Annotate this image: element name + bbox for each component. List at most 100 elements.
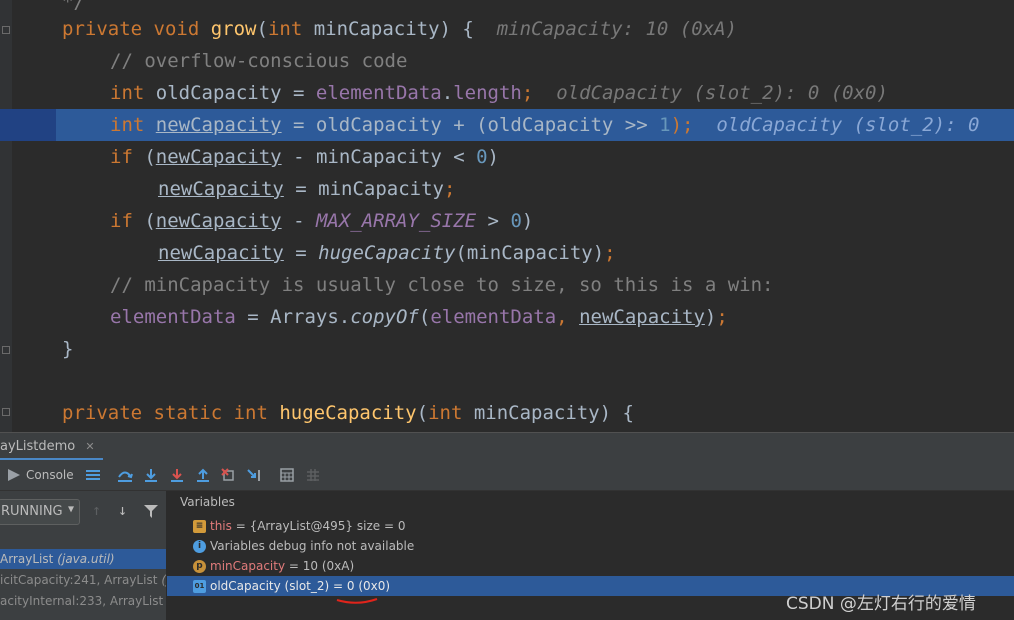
code-token: private static int <box>62 402 280 424</box>
arrow-up-icon[interactable]: ↑ <box>92 501 101 519</box>
code-text: if (newCapacity - minCapacity < 0) <box>110 141 499 173</box>
code-text: // overflow-conscious code <box>110 45 407 77</box>
frames-panel: RUNNING ▼ ↑ ↓ ArrayList (java.util) icitCa… <box>0 491 167 620</box>
menu-icon[interactable] <box>84 466 102 484</box>
inline-debug-value: oldCapacity (slot_2): 0 <box>716 114 980 136</box>
code-token: elementData <box>315 82 442 104</box>
variable-value: = 10 (0xA) <box>285 559 355 573</box>
code-token: ) <box>521 210 534 232</box>
code-token: . <box>441 82 454 104</box>
code-token: // overflow-conscious code <box>110 50 408 72</box>
code-line[interactable] <box>0 365 1014 397</box>
code-token: elementData <box>430 306 557 328</box>
code-line[interactable]: private static int hugeCapacity(int minC… <box>0 397 1014 429</box>
code-text: elementData = Arrays.copyOf(elementData,… <box>110 301 728 333</box>
console-tab[interactable]: Console <box>8 466 78 484</box>
code-token: int <box>267 18 314 40</box>
code-text: // minCapacity is usually close to size,… <box>110 269 773 301</box>
code-token: newCapacity <box>155 114 282 136</box>
code-line[interactable]: // minCapacity is usually close to size,… <box>0 269 1014 301</box>
code-text: if (newCapacity - MAX_ARRAY_SIZE > 0) <box>110 205 533 237</box>
variable-value: = 0 (0x0) <box>329 579 391 593</box>
trace-icon[interactable] <box>304 466 322 484</box>
code-token: ( <box>418 306 431 328</box>
run-to-cursor-icon[interactable] <box>246 466 264 484</box>
current-execution-line[interactable]: int newCapacity = oldCapacity + (oldCapa… <box>0 109 1014 141</box>
code-token: ( <box>256 18 268 40</box>
code-token: length <box>453 82 522 104</box>
step-out-icon[interactable] <box>194 466 212 484</box>
step-into-icon[interactable] <box>142 466 160 484</box>
inline-debug-value: minCapacity: 10 (0xA) <box>496 18 737 40</box>
code-line[interactable]: newCapacity = minCapacity; <box>0 173 1014 205</box>
console-icon <box>8 469 20 481</box>
code-token: ); <box>670 114 717 136</box>
code-line[interactable]: newCapacity = hugeCapacity(minCapacity); <box>0 237 1014 269</box>
arrow-down-icon[interactable]: ↓ <box>118 501 127 519</box>
code-token: 0 <box>510 210 522 232</box>
frame-method: icitCapacity:241, ArrayList <box>0 573 158 587</box>
variable-name: oldCapacity (slot_2) <box>210 579 330 593</box>
debug-toolbar: Console <box>0 460 1014 491</box>
code-text: int newCapacity = oldCapacity + (oldCapa… <box>110 109 979 141</box>
frames-toolbar: RUNNING ▼ ↑ ↓ <box>0 491 166 531</box>
code-line[interactable]: if (newCapacity - minCapacity < 0) <box>0 141 1014 173</box>
code-token: // minCapacity is usually close to size,… <box>110 274 774 296</box>
code-token: newCapacity <box>579 306 705 328</box>
variable-name: this <box>210 519 232 533</box>
code-token: = oldCapacity + (oldCapacity >> <box>281 114 660 136</box>
code-token: = minCapacity <box>283 178 444 200</box>
step-over-icon[interactable] <box>116 466 134 484</box>
frame-method: acityInternal:233, ArrayList <box>0 594 164 608</box>
code-token: (minCapacity) <box>455 242 605 264</box>
evaluate-expression-icon[interactable] <box>278 466 296 484</box>
code-text: private static int hugeCapacity(int minC… <box>62 397 634 429</box>
code-line[interactable]: private void grow(int minCapacity) { min… <box>0 13 1014 45</box>
close-icon[interactable]: ✕ <box>85 440 94 453</box>
stack-frame[interactable]: icitCapacity:241, ArrayList(ja <box>0 570 166 590</box>
force-step-into-icon[interactable] <box>168 466 186 484</box>
code-line[interactable]: elementData = Arrays.copyOf(elementData,… <box>0 301 1014 333</box>
code-token: ; <box>604 242 616 264</box>
code-token: grow <box>210 18 257 40</box>
chevron-down-icon: ▼ <box>67 504 74 515</box>
code-line[interactable]: int oldCapacity = elementData.length; ol… <box>0 77 1014 109</box>
debug-session-tab[interactable]: ayListdemo ✕ <box>0 433 103 461</box>
parameter-icon: p <box>193 560 206 573</box>
drop-frame-icon[interactable] <box>220 466 238 484</box>
code-token: 0 <box>476 146 488 168</box>
code-token: ( <box>144 210 156 232</box>
code-token: private void <box>62 18 211 40</box>
variable-row[interactable]: p minCapacity = 10 (0xA) <box>167 556 1014 576</box>
code-token: hugeCapacity <box>318 242 456 264</box>
code-token: */ <box>62 0 85 13</box>
code-token: ( <box>144 146 156 168</box>
code-line[interactable]: if (newCapacity - MAX_ARRAY_SIZE > 0) <box>0 205 1014 237</box>
filter-icon[interactable] <box>144 505 158 518</box>
code-token: ) <box>704 306 717 328</box>
variable-row[interactable]: i Variables debug info not available <box>167 536 1014 556</box>
code-line[interactable]: } <box>0 333 1014 365</box>
code-token: minCapacity) { <box>313 18 497 40</box>
code-token: - minCapacity < <box>281 146 477 168</box>
variable-name: minCapacity <box>210 559 286 573</box>
debug-session-tab-label: ayListdemo <box>0 439 76 454</box>
code-editor[interactable]: */private void grow(int minCapacity) { m… <box>0 0 1014 432</box>
thread-selector[interactable]: RUNNING ▼ <box>0 499 80 525</box>
code-text: newCapacity = hugeCapacity(minCapacity); <box>158 237 616 269</box>
stack-frame[interactable]: acityInternal:233, ArrayList(ja <box>0 591 166 611</box>
code-token: MAX_ARRAY_SIZE <box>315 210 477 232</box>
stack-frame[interactable]: ArrayList (java.util) <box>0 549 166 569</box>
variable-value: = {ArrayList@495} size = 0 <box>231 519 406 533</box>
code-token: - <box>281 210 316 232</box>
frame-method: ArrayList <box>0 552 54 566</box>
info-icon: i <box>193 540 206 553</box>
code-token: copyOf <box>350 306 419 328</box>
code-token: } <box>62 338 74 360</box>
code-token: 1 <box>659 114 671 136</box>
code-token: ; <box>521 82 557 104</box>
variable-row[interactable]: ≡ this = {ArrayList@495} size = 0 <box>167 516 1014 536</box>
code-line[interactable]: // overflow-conscious code <box>0 45 1014 77</box>
code-token: ) <box>487 146 499 168</box>
code-token: ( <box>416 402 429 424</box>
